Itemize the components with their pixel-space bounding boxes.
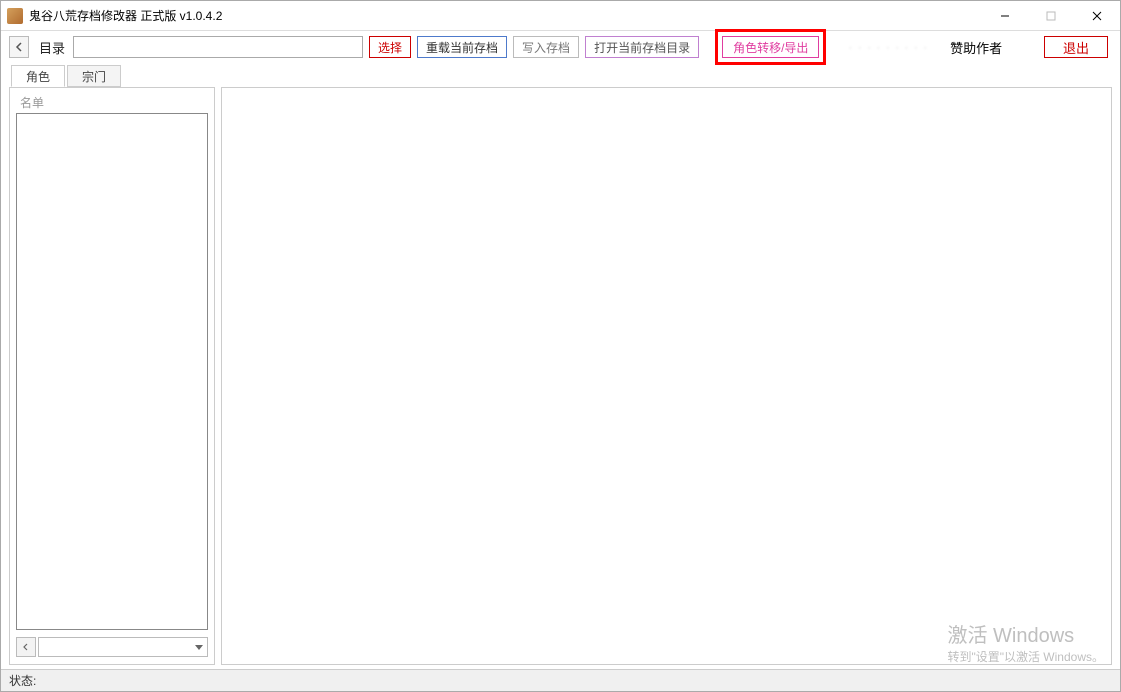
blurred-text: · · · · · · · · · <box>848 40 928 54</box>
write-save-button[interactable]: 写入存档 <box>513 36 579 58</box>
filter-combobox[interactable] <box>38 637 208 657</box>
app-icon <box>7 8 23 24</box>
list-back-button[interactable] <box>16 637 36 657</box>
directory-label: 目录 <box>39 38 65 57</box>
open-save-dir-button[interactable]: 打开当前存档目录 <box>585 36 699 58</box>
status-label: 状态: <box>9 672 36 689</box>
list-footer <box>16 636 208 658</box>
minimize-button[interactable] <box>982 1 1028 30</box>
name-listbox[interactable] <box>16 113 208 630</box>
statusbar: 状态: <box>1 669 1120 691</box>
exit-button[interactable]: 退出 <box>1044 36 1108 58</box>
back-button[interactable] <box>9 36 29 58</box>
highlight-box: 角色转移/导出 <box>715 29 826 65</box>
left-panel: 名单 <box>9 87 215 665</box>
detail-panel <box>221 87 1112 665</box>
window-title: 鬼谷八荒存档修改器 正式版 v1.0.4.2 <box>29 7 222 24</box>
tab-sect[interactable]: 宗门 <box>67 65 121 87</box>
titlebar: 鬼谷八荒存档修改器 正式版 v1.0.4.2 <box>1 1 1120 31</box>
directory-input[interactable] <box>73 36 363 58</box>
close-button[interactable] <box>1074 1 1120 30</box>
toolbar: 目录 选择 重载当前存档 写入存档 打开当前存档目录 角色转移/导出 · · ·… <box>1 31 1120 63</box>
character-transfer-button[interactable]: 角色转移/导出 <box>722 36 819 58</box>
sponsor-link[interactable]: 赞助作者 <box>950 38 1002 57</box>
list-label: 名单 <box>20 94 208 111</box>
select-button[interactable]: 选择 <box>369 36 411 58</box>
tabs: 角色 宗门 <box>1 63 1120 87</box>
maximize-button[interactable] <box>1028 1 1074 30</box>
window-controls <box>982 1 1120 30</box>
tab-role[interactable]: 角色 <box>11 65 65 87</box>
app-window: 鬼谷八荒存档修改器 正式版 v1.0.4.2 目录 选择 重载当前存档 写入存档… <box>0 0 1121 692</box>
content-area: 名单 <box>9 87 1112 665</box>
reload-save-button[interactable]: 重载当前存档 <box>417 36 507 58</box>
